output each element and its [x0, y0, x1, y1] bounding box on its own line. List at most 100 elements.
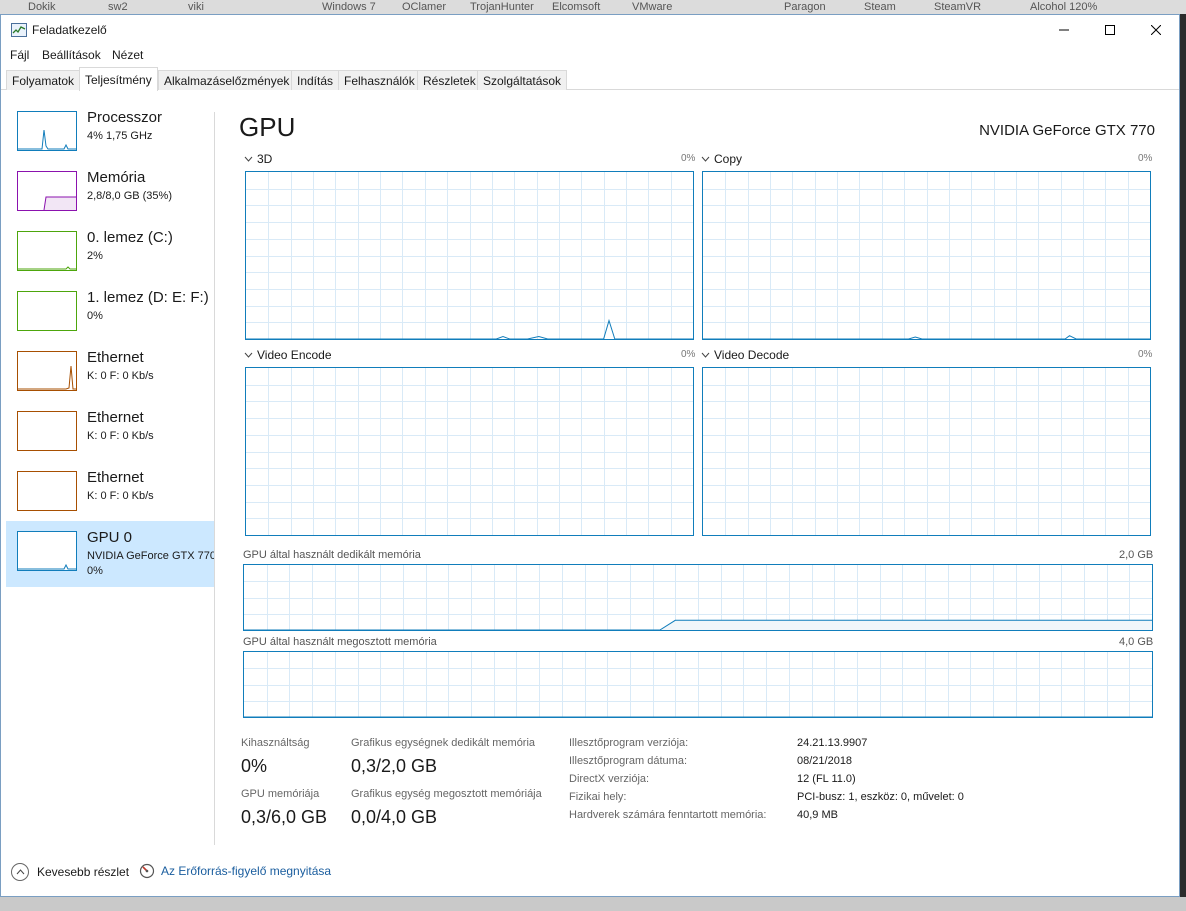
desktop-icon-label[interactable]: sw2: [108, 1, 128, 13]
close-icon: [1151, 25, 1161, 35]
graph-video-encode: [245, 367, 694, 536]
desktop-icon-label[interactable]: Elcomsoft: [552, 1, 600, 13]
fewer-details-button[interactable]: Kevesebb részlet: [11, 863, 129, 881]
dedicated-memory-stat-value: 0,3/2,0 GB: [351, 756, 438, 776]
info-key: Fizikai hely:: [569, 791, 627, 803]
tab-processes[interactable]: Folyamatok: [6, 70, 81, 90]
shared-memory-max: 4,0 GB: [1119, 636, 1154, 648]
disk-thumbnail-graph: [17, 291, 77, 331]
title-bar[interactable]: Feladatkezelő: [1, 15, 1179, 45]
gpu-memory-value: 0,3/6,0 GB: [241, 807, 328, 827]
graph-selector-copy[interactable]: Copy: [701, 152, 742, 166]
maximize-button[interactable]: [1087, 15, 1133, 45]
graph-grid: [244, 652, 1152, 717]
menu-file[interactable]: Fájl: [10, 48, 29, 62]
graph-selector-video-decode[interactable]: Video Decode: [701, 348, 789, 362]
sidebar-item-value: 2,8/8,0 GB (35%): [87, 190, 172, 202]
sidebar-item-ethernet[interactable]: Ethernet K: 0 F: 0 Kb/s: [6, 461, 214, 521]
sidebar-item-ethernet[interactable]: Ethernet K: 0 F: 0 Kb/s: [6, 341, 214, 401]
shared-memory-stat-value: 0,0/4,0 GB: [351, 807, 438, 827]
chevron-up-icon: [11, 863, 29, 881]
sidebar-item-disk-1[interactable]: 1. lemez (D: E: F:) 0%: [6, 281, 214, 341]
taskbar-edge: [0, 897, 1186, 911]
info-value: 40,9 MB: [797, 809, 838, 821]
desktop-icon-label[interactable]: Steam: [864, 1, 896, 13]
sidebar-item-cpu[interactable]: Processzor 4% 1,75 GHz: [6, 101, 214, 161]
minimize-button[interactable]: [1041, 15, 1087, 45]
dedicated-memory-max: 2,0 GB: [1119, 549, 1154, 561]
shared-memory-label: GPU által használt megosztott memória: [243, 636, 437, 648]
info-key: DirectX verziója:: [569, 773, 650, 785]
graph-selector-3d[interactable]: 3D: [244, 152, 272, 166]
graph-grid: [246, 368, 693, 535]
minimize-icon: [1059, 29, 1069, 31]
sidebar-item-value: K: 0 F: 0 Kb/s: [87, 430, 154, 442]
graph-max-value: 0%: [681, 349, 696, 360]
ethernet-thumbnail-graph: [17, 411, 77, 451]
task-manager-icon: [11, 23, 27, 37]
ethernet-thumbnail-graph: [17, 351, 77, 391]
desktop-icon-label[interactable]: Windows 7: [322, 1, 376, 13]
sidebar-item-label: Ethernet: [87, 409, 144, 426]
utilization-label: Kihasználtság: [241, 737, 310, 749]
desktop-icon-labels: Dokik sw2 viki Windows 7 OClamer TrojanH…: [0, 0, 1186, 14]
ethernet-thumbnail-graph: [17, 471, 77, 511]
tab-app-history[interactable]: Alkalmazáselőzmények: [158, 70, 296, 90]
chevron-down-icon: [701, 352, 710, 358]
info-key: Hardverek számára fenntartott memória:: [569, 809, 767, 821]
sidebar-item-label: Ethernet: [87, 349, 144, 366]
open-resource-monitor-link[interactable]: Az Erőforrás-figyelő megnyitása: [139, 863, 331, 879]
menu-bar: Fájl Beállítások Nézet: [1, 45, 1179, 65]
tab-performance[interactable]: Teljesítmény: [79, 67, 158, 91]
window-title: Feladatkezelő: [32, 23, 107, 37]
sidebar-item-value: NVIDIA GeForce GTX 770: [87, 550, 214, 562]
memory-thumbnail-graph: [17, 171, 77, 211]
menu-view[interactable]: Nézet: [112, 48, 143, 62]
desktop-icon-label[interactable]: viki: [188, 1, 204, 13]
graph-label: Video Decode: [714, 348, 790, 362]
utilization-value: 0%: [241, 756, 268, 776]
gpu-model-name: NVIDIA GeForce GTX 770: [979, 122, 1155, 139]
info-value: PCI-busz: 1, eszköz: 0, művelet: 0: [797, 791, 964, 803]
sidebar-item-disk-0[interactable]: 0. lemez (C:) 2%: [6, 221, 214, 281]
desktop-icon-label[interactable]: Alcohol 120%: [1030, 1, 1097, 13]
disk-thumbnail-graph: [17, 231, 77, 271]
performance-sidebar: Processzor 4% 1,75 GHz Memória 2,8/8,0 G…: [6, 101, 214, 845]
graph-grid: [244, 565, 1152, 630]
close-button[interactable]: [1133, 15, 1179, 45]
graph-label: Video Encode: [257, 348, 332, 362]
tab-details[interactable]: Részletek: [417, 70, 482, 90]
graph-copy: [702, 171, 1151, 340]
chevron-down-icon: [244, 352, 253, 358]
desktop-icon-label[interactable]: SteamVR: [934, 1, 981, 13]
info-key: Illesztőprogram verziója:: [569, 737, 689, 749]
sidebar-item-gpu-0[interactable]: GPU 0 NVIDIA GeForce GTX 770 0%: [6, 521, 214, 587]
sidebar-item-memory[interactable]: Memória 2,8/8,0 GB (35%): [6, 161, 214, 221]
graph-video-decode: [702, 367, 1151, 536]
sidebar-item-value: 2%: [87, 250, 103, 262]
graph-grid: [703, 368, 1150, 535]
tab-startup[interactable]: Indítás: [291, 70, 340, 90]
desktop-icon-label[interactable]: OClamer: [402, 1, 446, 13]
resource-monitor-icon: [139, 863, 155, 879]
graph-grid: [703, 172, 1150, 339]
desktop-icon-label[interactable]: TrojanHunter: [470, 1, 534, 13]
fewer-details-label: Kevesebb részlet: [37, 865, 130, 879]
tab-services[interactable]: Szolgáltatások: [477, 70, 568, 90]
task-manager-window: Feladatkezelő Fájl Beállítások Nézet Fol…: [0, 14, 1180, 897]
graph-max-value: 0%: [681, 153, 696, 164]
desktop-icon-label[interactable]: Paragon: [784, 1, 826, 13]
graph-max-value: 0%: [1138, 349, 1153, 360]
sidebar-divider[interactable]: [214, 112, 215, 845]
menu-settings[interactable]: Beállítások: [42, 48, 101, 62]
sidebar-item-ethernet[interactable]: Ethernet K: 0 F: 0 Kb/s: [6, 401, 214, 461]
desktop-icon-label[interactable]: Dokik: [28, 1, 56, 13]
desktop-icon-label[interactable]: VMware: [632, 1, 672, 13]
dedicated-memory-label: GPU által használt dedikált memória: [243, 549, 421, 561]
tab-users[interactable]: Felhasználók: [338, 70, 421, 90]
graph-selector-video-encode[interactable]: Video Encode: [244, 348, 332, 362]
sidebar-item-value: 0%: [87, 565, 103, 577]
chevron-down-icon: [701, 156, 710, 162]
graph-label: Copy: [714, 152, 743, 166]
page-title: GPU: [239, 112, 296, 142]
